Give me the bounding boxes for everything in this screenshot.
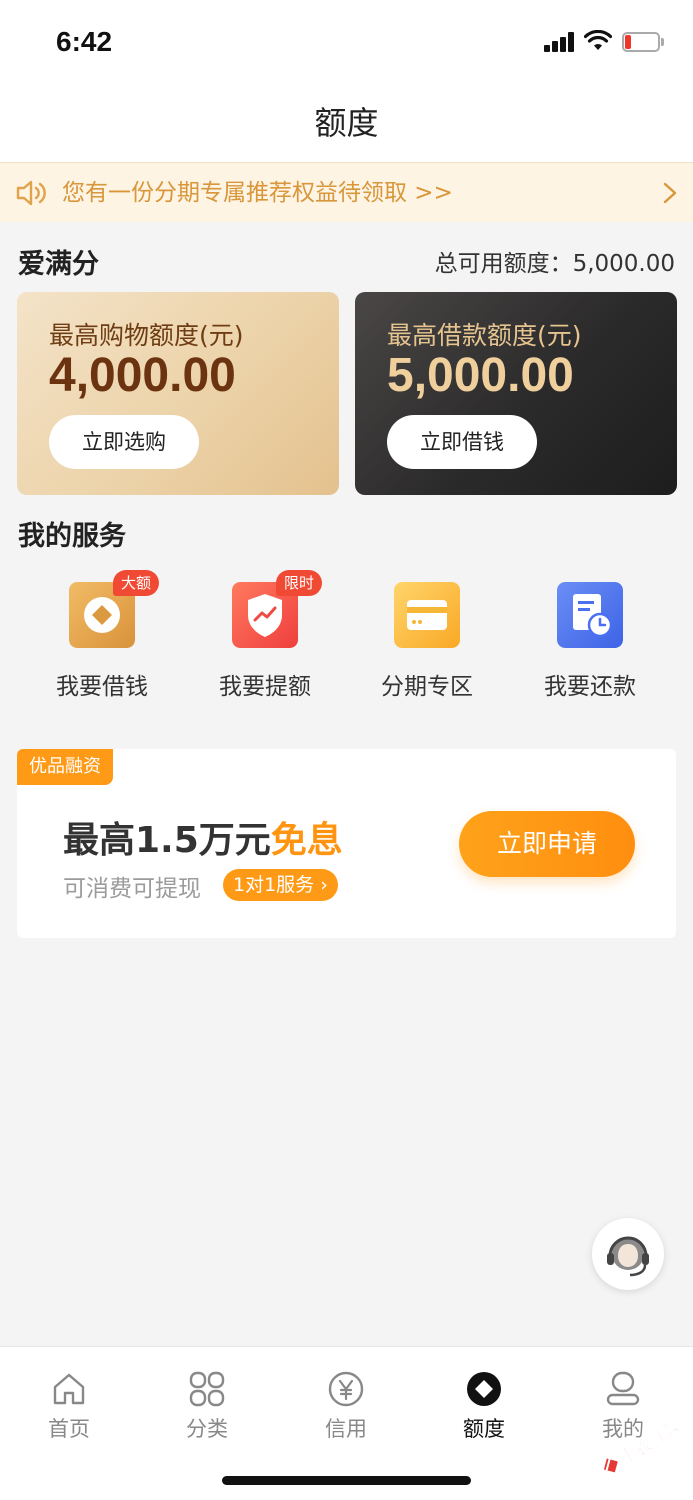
shopping-credit-label: 最高购物额度(元) bbox=[49, 321, 244, 350]
service-label: 分期专区 bbox=[381, 674, 473, 700]
headset-icon bbox=[607, 1236, 649, 1277]
grid-icon bbox=[189, 1371, 225, 1407]
service-label: 我要借钱 bbox=[56, 674, 148, 700]
card-icon bbox=[394, 582, 460, 648]
service-label: 我要提额 bbox=[219, 674, 311, 700]
nav-bar: 额度 bbox=[0, 84, 693, 162]
one-on-one-service-pill[interactable]: 1对1服务 › bbox=[223, 869, 338, 901]
shop-now-button[interactable]: 立即选购 bbox=[49, 415, 199, 469]
tab-label: 分类 bbox=[186, 1417, 228, 1441]
page-title: 额度 bbox=[314, 104, 379, 142]
credit-section-title: 爱满分 bbox=[18, 249, 99, 280]
notice-banner[interactable]: 您有一份分期专属推荐权益待领取 >> bbox=[0, 162, 693, 222]
status-time: 6:42 bbox=[56, 26, 113, 57]
user-icon bbox=[606, 1371, 640, 1406]
bill-clock-icon bbox=[557, 582, 623, 648]
speaker-icon bbox=[16, 180, 46, 206]
promo-badge: 优品融资 bbox=[17, 749, 113, 785]
loan-credit-card: 最高借款额度(元) 5,000.00 立即借钱 bbox=[355, 292, 677, 495]
shopping-credit-amount: 4,000.00 bbox=[49, 349, 236, 402]
tab-label: 额度 bbox=[463, 1417, 505, 1441]
home-indicator bbox=[222, 1476, 471, 1485]
battery-icon bbox=[622, 32, 664, 52]
loan-credit-amount: 5,000.00 bbox=[387, 349, 574, 402]
services-section-title: 我的服务 bbox=[18, 521, 126, 552]
promo-headline: 最高1.5万元免息 bbox=[63, 811, 343, 863]
service-tag: 限时 bbox=[276, 570, 323, 596]
tab-label: 信用 bbox=[325, 1417, 367, 1441]
services-grid: 大额 我要借钱 限时 我要提额 分期专区 我要还款 bbox=[0, 560, 693, 700]
watermark-text: 卡农社区 bbox=[616, 1417, 685, 1469]
tab-label: 首页 bbox=[48, 1417, 90, 1441]
loan-credit-label: 最高借款额度(元) bbox=[387, 321, 582, 350]
diamond-icon bbox=[467, 1372, 501, 1406]
total-available-credit: 总可用额度：5,000.00 bbox=[434, 251, 675, 277]
promo-headline-prefix: 最高1.5万元 bbox=[63, 820, 271, 861]
home-icon bbox=[53, 1373, 85, 1405]
watermark-logo: 卡农社区 bbox=[603, 1417, 686, 1473]
financing-promo-card[interactable]: 优品融资 最高1.5万元免息 可消费可提现 1对1服务 › 立即申请 bbox=[17, 749, 676, 938]
service-tag: 大额 bbox=[113, 570, 160, 596]
shopping-credit-card: 最高购物额度(元) 4,000.00 立即选购 bbox=[17, 292, 339, 495]
customer-service-button[interactable] bbox=[592, 1218, 664, 1290]
borrow-now-button[interactable]: 立即借钱 bbox=[387, 415, 537, 469]
apply-now-button[interactable]: 立即申请 bbox=[459, 811, 635, 877]
chevron-right-icon bbox=[663, 182, 677, 204]
status-bar: 6:42 bbox=[0, 0, 693, 84]
notice-text: 您有一份分期专属推荐权益待领取 >> bbox=[62, 180, 453, 206]
signal-icon bbox=[544, 32, 576, 52]
yen-icon bbox=[328, 1371, 364, 1407]
promo-headline-highlight: 免息 bbox=[270, 820, 343, 861]
promo-subtitle: 可消费可提现 bbox=[63, 876, 201, 902]
wifi-icon bbox=[584, 30, 612, 50]
service-label: 我要还款 bbox=[544, 674, 636, 700]
